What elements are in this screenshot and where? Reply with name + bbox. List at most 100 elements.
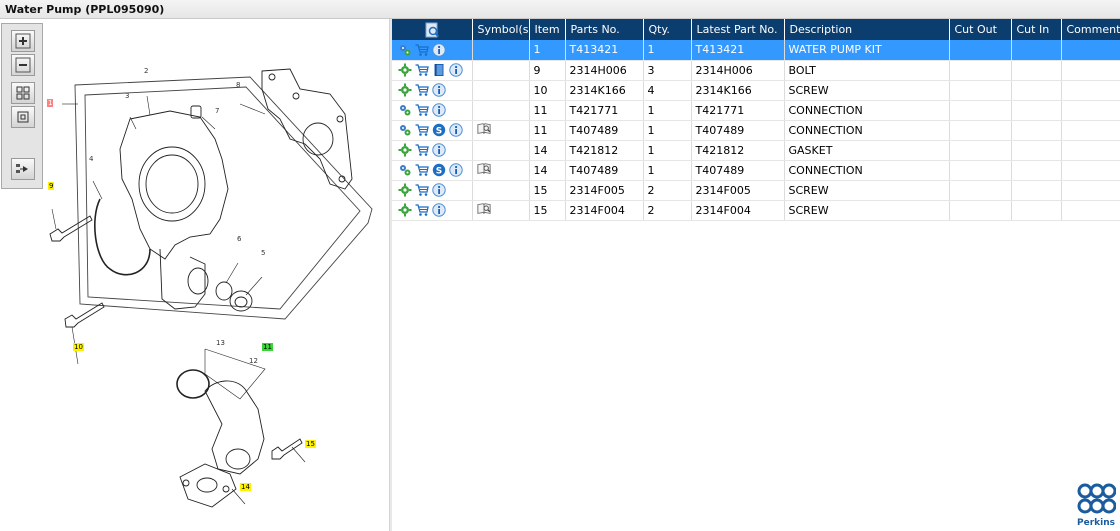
cell-qty: 1	[643, 140, 692, 161]
cell-parts-no: 2314F004	[565, 200, 644, 221]
cell-comment	[1061, 100, 1120, 121]
s-icon[interactable]: S	[432, 163, 446, 177]
cell-symbols[interactable]	[472, 200, 530, 221]
cell-latest-part-no: 2314F005	[691, 180, 785, 201]
part-number-6: 6	[237, 235, 242, 243]
table-row[interactable]: 11 T421771 1 T421771 CONNECTION	[392, 100, 1120, 121]
perkins-logo-icon	[1077, 483, 1117, 514]
cart-icon[interactable]	[415, 163, 429, 177]
zoom-out-button[interactable]	[11, 54, 35, 76]
callout-11[interactable]: 11	[262, 343, 273, 351]
diagram-pane[interactable]: 1 9 10 11 14 15 2 3 4 5 6 7 8 12 13	[0, 19, 389, 531]
header-description[interactable]: Description	[784, 19, 950, 40]
header-cut-out[interactable]: Cut Out	[949, 19, 1012, 40]
list-arrow-icon	[16, 164, 28, 173]
gear-icon[interactable]	[398, 183, 412, 197]
cell-cut-out	[949, 40, 1012, 61]
header-tools[interactable]	[392, 19, 473, 40]
cell-parts-no: 2314F005	[565, 180, 644, 201]
cart-icon[interactable]	[415, 203, 429, 217]
cell-comment	[1061, 80, 1120, 101]
settings-icon[interactable]	[398, 163, 412, 177]
fit-all-button[interactable]	[11, 82, 35, 104]
row-actions	[392, 180, 473, 201]
manual-icon[interactable]	[476, 202, 493, 216]
cell-item: 11	[529, 100, 566, 121]
cell-latest-part-no: 2314H006	[691, 60, 785, 81]
header-qty[interactable]: Qty.	[643, 19, 692, 40]
svg-text:S: S	[436, 166, 442, 176]
info-icon[interactable]	[432, 203, 446, 217]
callout-14[interactable]: 14	[240, 483, 251, 491]
cell-item: 9	[529, 60, 566, 81]
callout-10[interactable]: 10	[73, 343, 84, 351]
cart-icon[interactable]	[415, 103, 429, 117]
manual-icon[interactable]	[476, 122, 493, 136]
s-icon[interactable]: S	[432, 123, 446, 137]
info-icon[interactable]	[432, 43, 446, 57]
info-icon[interactable]	[432, 83, 446, 97]
header-latest-part-no[interactable]: Latest Part No.	[691, 19, 785, 40]
exploded-diagram[interactable]	[0, 19, 389, 531]
cell-item: 1	[529, 40, 566, 61]
cell-qty: 1	[643, 40, 692, 61]
actual-size-button[interactable]	[11, 106, 35, 128]
table-row[interactable]: 14 T421812 1 T421812 GASKET	[392, 140, 1120, 161]
table-row[interactable]: 15 2314F005 2 2314F005 SCREW	[392, 180, 1120, 201]
cell-latest-part-no: T413421	[691, 40, 785, 61]
cell-symbols	[472, 80, 530, 101]
part-number-2: 2	[144, 67, 149, 75]
toggle-list-button[interactable]	[11, 158, 35, 180]
info-icon[interactable]	[432, 143, 446, 157]
table-row[interactable]: 9 2314H006 3 2314H006 BOLT	[392, 60, 1120, 81]
info-icon[interactable]	[449, 163, 463, 177]
book-icon[interactable]	[432, 63, 446, 77]
header-symbols[interactable]: Symbol(s)	[472, 19, 530, 40]
cell-parts-no: T421812	[565, 140, 644, 161]
cell-symbols[interactable]	[472, 120, 530, 141]
settings-icon[interactable]	[398, 123, 412, 137]
part-number-8: 8	[236, 81, 241, 89]
info-icon[interactable]	[432, 103, 446, 117]
settings-icon[interactable]	[398, 103, 412, 117]
table-row[interactable]: 1 T413421 1 T413421 WATER PUMP KIT	[392, 40, 1120, 61]
header-item[interactable]: Item	[529, 19, 566, 40]
cell-item: 14	[529, 140, 566, 161]
zoom-in-button[interactable]	[11, 30, 35, 52]
cart-icon[interactable]	[415, 43, 429, 57]
cart-icon[interactable]	[415, 83, 429, 97]
table-row[interactable]: S 11 T407489 1 T407489 CONNECTION	[392, 120, 1120, 141]
gear-icon[interactable]	[398, 63, 412, 77]
header-parts-no[interactable]: Parts No.	[565, 19, 644, 40]
cart-icon[interactable]	[415, 183, 429, 197]
cell-cut-in	[1011, 120, 1062, 141]
cell-item: 15	[529, 200, 566, 221]
info-icon[interactable]	[449, 63, 463, 77]
header-cut-in[interactable]: Cut In	[1011, 19, 1062, 40]
gear-icon[interactable]	[398, 203, 412, 217]
cell-description: CONNECTION	[784, 100, 950, 121]
cell-symbols[interactable]	[472, 160, 530, 181]
gear-icon[interactable]	[398, 143, 412, 157]
cell-item: 11	[529, 120, 566, 141]
cart-icon[interactable]	[415, 123, 429, 137]
cell-qty: 2	[643, 200, 692, 221]
row-actions	[392, 140, 473, 161]
manual-icon[interactable]	[476, 162, 493, 176]
header-comment[interactable]: Comment	[1061, 19, 1120, 40]
gear-icon[interactable]	[398, 83, 412, 97]
settings-icon[interactable]	[398, 43, 412, 57]
callout-9[interactable]: 9	[48, 182, 55, 190]
info-icon[interactable]	[432, 183, 446, 197]
cart-icon[interactable]	[415, 63, 429, 77]
table-row[interactable]: 10 2314K166 4 2314K166 SCREW	[392, 80, 1120, 101]
cell-qty: 1	[643, 160, 692, 181]
callout-15[interactable]: 15	[305, 440, 316, 448]
square-icon	[17, 111, 29, 123]
callout-1[interactable]: 1	[47, 99, 54, 107]
cart-icon[interactable]	[415, 143, 429, 157]
table-row[interactable]: 15 2314F004 2 2314F004 SCREW	[392, 200, 1120, 221]
info-icon[interactable]	[449, 123, 463, 137]
cell-description: SCREW	[784, 80, 950, 101]
table-row[interactable]: S 14 T407489 1 T407489 CONNECTION	[392, 160, 1120, 181]
